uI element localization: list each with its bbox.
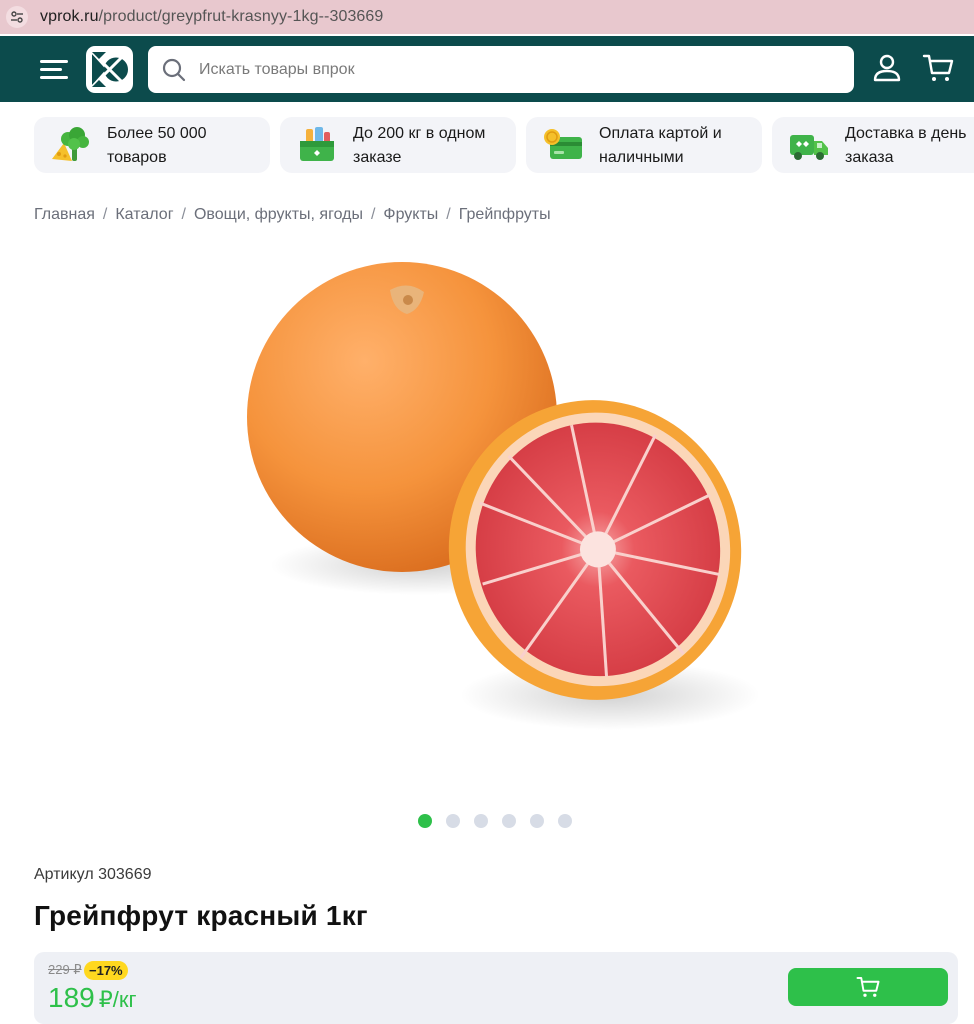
advantage-text: Доставка в день заказа [845, 125, 967, 166]
url-text: vprok.ru/product/greypfrut-krasnyy-1kg--… [40, 8, 383, 26]
url-domain: vprok.ru [40, 8, 99, 25]
gallery-dot[interactable] [530, 814, 544, 828]
breadcrumb: Главная / Каталог / Овощи, фрукты, ягоды / Фру… [34, 206, 551, 223]
price-value: 189 [48, 982, 95, 1013]
broccoli-cheese-icon [50, 125, 92, 165]
advantage-text: Более 50 000 товаров [107, 125, 207, 166]
product-sku: Артикул 303669 [34, 866, 152, 883]
breadcrumb-link[interactable]: Грейпфруты [459, 206, 551, 223]
profile-icon[interactable] [871, 52, 903, 84]
cart-icon [856, 977, 880, 997]
old-price: 229 ₽ [48, 962, 82, 977]
search-icon [162, 58, 186, 81]
advantages-row: Более 50 000 товаров До 200 кг в одном з… [34, 117, 974, 174]
advantage-card[interactable]: Доставка в день заказа [772, 117, 974, 173]
current-price: 189 ₽/кг [48, 982, 136, 1014]
gallery-pagination [418, 814, 572, 828]
advantage-card[interactable]: Оплата картой и наличными [526, 117, 762, 173]
gallery-dot[interactable] [446, 814, 460, 828]
card-coin-icon [542, 125, 584, 165]
breadcrumb-link[interactable]: Фрукты [383, 206, 438, 223]
cart-icon[interactable] [922, 52, 954, 84]
gallery-dot[interactable] [418, 814, 432, 828]
gallery-dot[interactable] [474, 814, 488, 828]
product-image[interactable] [230, 250, 760, 780]
advantage-card[interactable]: До 200 кг в одном заказе [280, 117, 516, 173]
add-to-cart-button[interactable] [788, 968, 948, 1006]
breadcrumb-link[interactable]: Овощи, фрукты, ягоды [194, 206, 363, 223]
advantage-text: До 200 кг в одном заказе [353, 125, 486, 166]
site-header [0, 36, 974, 102]
advantage-card[interactable]: Более 50 000 товаров [34, 117, 270, 173]
breadcrumb-link[interactable]: Главная [34, 206, 95, 223]
site-settings-icon[interactable] [6, 6, 28, 28]
advantage-text: Оплата картой и наличными [599, 125, 722, 166]
search-input[interactable] [199, 60, 799, 79]
search-bar[interactable] [148, 46, 854, 93]
browser-address-bar[interactable]: vprok.ru/product/greypfrut-krasnyy-1kg--… [0, 0, 974, 34]
delivery-truck-icon [788, 125, 830, 165]
menu-icon[interactable] [40, 58, 68, 80]
price-unit: ₽/кг [98, 987, 137, 1012]
vprok-logo[interactable] [86, 46, 133, 93]
url-path: /product/greypfrut-krasnyy-1kg--303669 [98, 8, 384, 25]
price-panel: 229 ₽ −17% 189 ₽/кг [34, 952, 958, 1024]
grocery-box-icon [296, 125, 338, 165]
gallery-dot[interactable] [558, 814, 572, 828]
gallery-dot[interactable] [502, 814, 516, 828]
breadcrumb-link[interactable]: Каталог [115, 206, 173, 223]
discount-badge: −17% [84, 961, 128, 980]
product-title: Грейпфрут красный 1кг [34, 900, 368, 931]
